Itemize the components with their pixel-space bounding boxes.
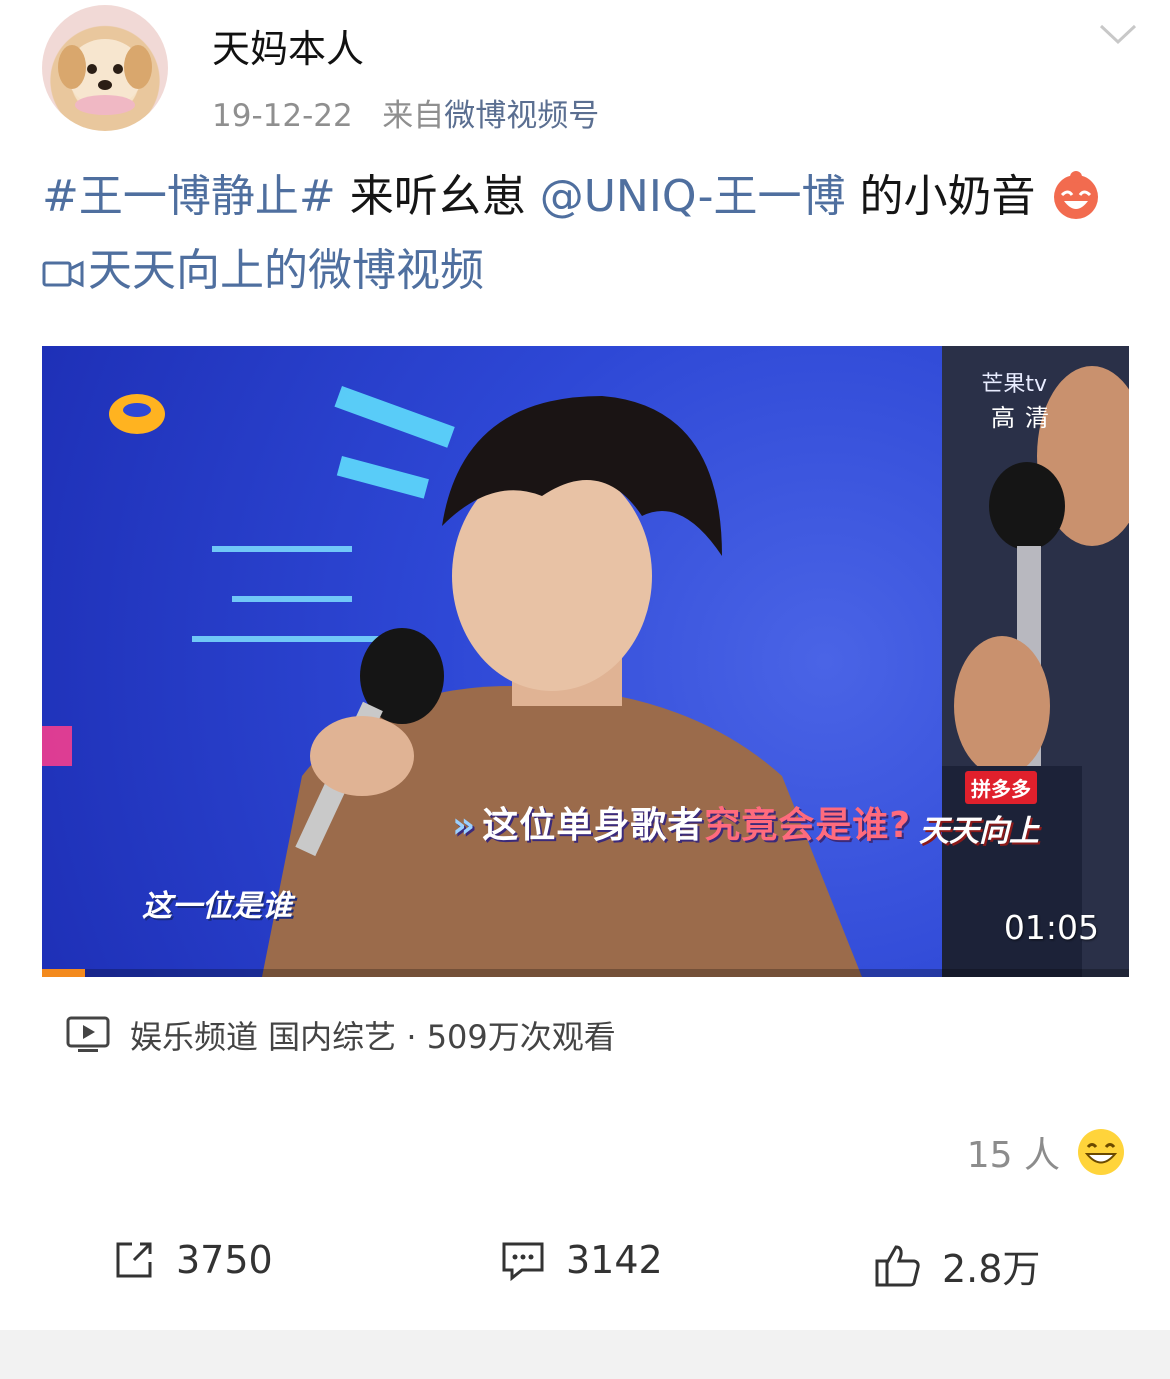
comment-count: 3142 — [566, 1238, 663, 1282]
thumbs-up-icon — [875, 1244, 920, 1286]
reactions-summary[interactable]: 15 人 — [967, 1126, 1126, 1178]
feed-divider — [0, 1330, 1170, 1379]
sponsor-badge: 拼多多 — [965, 771, 1037, 804]
like-button[interactable]: 2.8万 — [874, 1238, 1040, 1293]
video-source-link[interactable]: 天天向上的微博视频 — [88, 245, 484, 296]
like-count: 2.8万 — [942, 1247, 1041, 1291]
subtitle-left: 这一位是谁 — [142, 889, 292, 924]
source-prefix: 来自 — [382, 98, 445, 134]
post-text-middle: 来听幺崽 — [335, 171, 540, 222]
post-source-link[interactable]: 微博视频号 — [444, 98, 599, 134]
action-bar: 3750 3142 2.8万 — [0, 1238, 1170, 1308]
comment-button[interactable]: 3142 — [500, 1238, 663, 1282]
repost-icon — [116, 1242, 152, 1278]
video-progress-bar[interactable] — [42, 969, 1129, 977]
repost-count: 3750 — [176, 1238, 273, 1282]
repost-button[interactable]: 3750 — [112, 1238, 273, 1282]
video-player[interactable]: 芒果tv 高清 这一位是谁 » 这位单身歌者究竟会是谁? 拼多多 天天向上 01:… — [42, 346, 1129, 977]
subtitle-main: » 这位单身歌者究竟会是谁? — [452, 796, 911, 848]
mention-link[interactable]: @UNIQ-王一博 — [540, 171, 846, 222]
reaction-count: 15 人 — [966, 1135, 1060, 1176]
video-camera-icon — [42, 260, 84, 288]
subtitle-main-part1: 这位单身歌者 — [482, 805, 705, 846]
avatar[interactable] — [42, 5, 168, 131]
video-progress-fill — [42, 969, 86, 977]
post-meta: 19-12-22 来自微博视频号 — [212, 90, 599, 135]
username[interactable]: 天妈本人 — [212, 18, 364, 73]
comment-icon — [502, 1242, 544, 1282]
post-text-after: 的小奶音 — [845, 171, 1036, 222]
hashtag-link[interactable]: #王一博静止# — [42, 171, 336, 222]
post-date: 19-12-22 — [212, 98, 353, 134]
video-info[interactable]: 娱乐频道 国内综艺 · 509万次观看 — [66, 1012, 616, 1058]
subtitle-main-part2: 究竟会是谁? — [704, 805, 912, 846]
video-play-icon — [66, 1016, 110, 1052]
laughing-emoji-icon — [1050, 169, 1102, 221]
video-duration: 01:05 — [1003, 908, 1099, 947]
hd-label: 高清 — [991, 404, 1059, 432]
broadcaster-logo: 芒果tv — [981, 372, 1047, 397]
post-text: #王一博静止# 来听幺崽 @UNIQ-王一博 的小奶音 天天向上的微博视频 — [42, 160, 1132, 308]
arrows-icon: » — [452, 805, 477, 846]
video-info-text: 娱乐频道 国内综艺 · 509万次观看 — [130, 1018, 616, 1056]
grinning-emoji-icon — [1078, 1129, 1124, 1175]
show-logo: 天天向上 — [919, 814, 1039, 849]
chevron-down-icon[interactable] — [1098, 22, 1138, 46]
